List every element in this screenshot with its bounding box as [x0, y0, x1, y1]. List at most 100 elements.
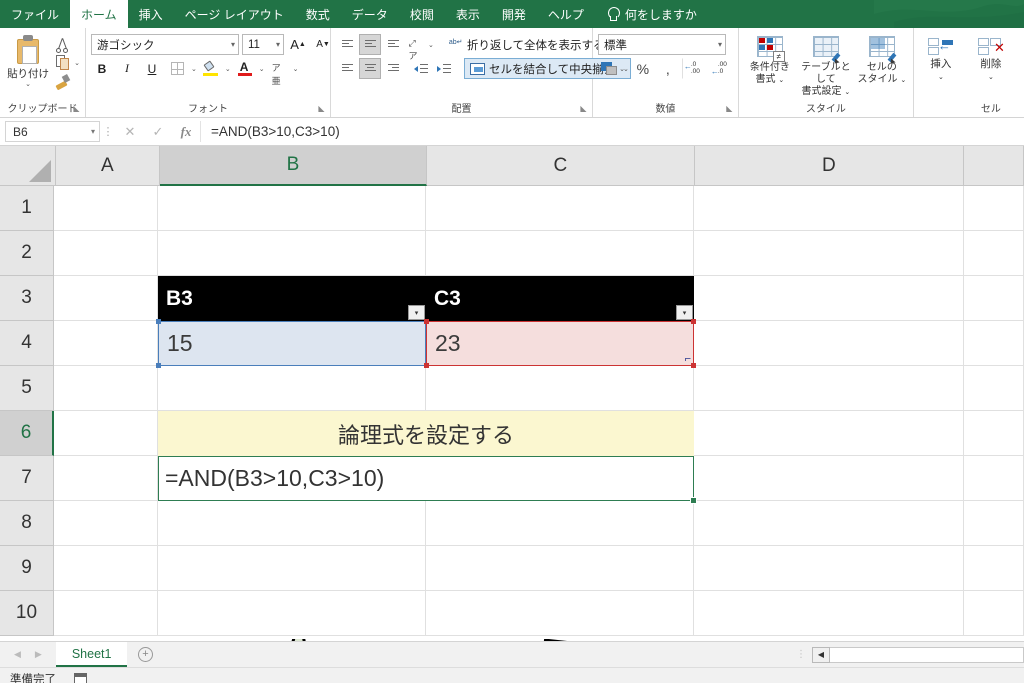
cell-e8[interactable] — [964, 501, 1024, 546]
name-box[interactable]: B6 ▾ — [5, 121, 100, 142]
cell-e9[interactable] — [964, 546, 1024, 591]
cell-e10[interactable] — [964, 591, 1024, 636]
menu-item-page-layout[interactable]: ページ レイアウト — [174, 0, 295, 28]
cell-c1[interactable] — [426, 186, 694, 231]
cell-a7[interactable] — [54, 456, 158, 501]
align-left-button[interactable] — [336, 58, 358, 79]
cell-c2-header[interactable]: C3 ▾ — [426, 276, 694, 321]
cell-b9[interactable] — [158, 546, 426, 591]
phonetic-guide-button[interactable]: ア亜 — [268, 58, 290, 86]
cell-e6[interactable] — [964, 411, 1024, 456]
cell-d7[interactable] — [694, 456, 964, 501]
menu-item-file[interactable]: ファイル — [0, 0, 70, 28]
menu-item-developer[interactable]: 開発 — [491, 0, 537, 28]
cell-a2[interactable] — [54, 231, 158, 276]
name-box-caret-icon[interactable]: ▾ — [91, 127, 95, 136]
borders-caret-icon[interactable]: ⌄ — [191, 65, 197, 73]
fill-color-button[interactable] — [200, 58, 222, 79]
menu-item-help[interactable]: ヘルプ — [537, 0, 595, 28]
font-dialog-launcher-icon[interactable]: ◣ — [317, 104, 326, 113]
split-handle[interactable]: ⋮ — [790, 642, 812, 667]
align-top-button[interactable] — [336, 34, 358, 55]
cell-b2[interactable] — [158, 231, 426, 276]
row-header-6[interactable]: 6 — [0, 411, 54, 456]
text-orientation-button[interactable]: ⤢ア — [405, 34, 427, 61]
cell-a5[interactable] — [54, 366, 158, 411]
column-header-e[interactable] — [964, 146, 1024, 186]
row-header-7[interactable]: 7 — [0, 456, 54, 501]
row-header-4[interactable]: 4 — [0, 321, 54, 366]
cell-e7[interactable] — [964, 456, 1024, 501]
accounting-format-button[interactable] — [598, 58, 620, 79]
cell-e5[interactable] — [964, 366, 1024, 411]
fill-color-caret-icon[interactable]: ⌄ — [225, 65, 231, 73]
cell-d8[interactable] — [694, 501, 964, 546]
cell-a10[interactable] — [54, 591, 158, 636]
cell-d4[interactable] — [694, 321, 964, 366]
cell-d6[interactable] — [694, 411, 964, 456]
cell-b10[interactable] — [158, 591, 426, 636]
insert-cells-button[interactable]: ← 挿入 ⌄ — [918, 34, 964, 84]
formula-input[interactable]: =AND(B3>10,C3>10) — [200, 121, 1022, 142]
selection-handle-tr-c[interactable] — [691, 319, 696, 324]
cell-a6[interactable] — [54, 411, 158, 456]
selection-handle-bl[interactable] — [156, 363, 161, 368]
add-sheet-button[interactable]: + — [127, 642, 163, 667]
align-middle-button[interactable] — [359, 34, 381, 55]
paste-button[interactable]: 貼り付け ⌄ — [4, 33, 52, 88]
font-color-button[interactable]: A — [234, 58, 256, 79]
row-header-8[interactable]: 8 — [0, 501, 54, 546]
row-header-2[interactable]: 2 — [0, 231, 54, 276]
increase-indent-button[interactable] — [433, 58, 455, 79]
delete-cells-button[interactable]: ✕ 削除 ⌄ — [968, 34, 1014, 84]
row-header-3[interactable]: 3 — [0, 276, 54, 321]
row-header-1[interactable]: 1 — [0, 186, 54, 231]
insert-caret-icon[interactable]: ⌄ — [938, 71, 944, 84]
cell-b5-label[interactable]: 論理式を設定する — [158, 411, 694, 456]
number-dialog-launcher-icon[interactable]: ◣ — [725, 104, 734, 113]
format-cells-button[interactable]: ↔ 書式 ⌄ — [1018, 34, 1024, 84]
sheet-prev-icon[interactable]: ◀ — [14, 649, 21, 660]
font-name-combo[interactable]: 游ゴシック ▾ — [91, 34, 239, 55]
clipboard-dialog-launcher-icon[interactable]: ◣ — [72, 104, 81, 113]
cut-button[interactable] — [54, 35, 80, 53]
cell-d9[interactable] — [694, 546, 964, 591]
cell-a4[interactable] — [54, 321, 158, 366]
percent-style-button[interactable]: % — [632, 58, 654, 79]
cell-c10[interactable] — [426, 591, 694, 636]
cell-e3[interactable] — [964, 276, 1024, 321]
fill-handle[interactable] — [690, 497, 697, 504]
sheet-next-icon[interactable]: ▶ — [35, 649, 42, 660]
delete-caret-icon[interactable]: ⌄ — [988, 71, 994, 84]
borders-button[interactable] — [166, 58, 188, 79]
selection-handle-br-c[interactable] — [691, 363, 696, 368]
font-size-caret-icon[interactable]: ▾ — [276, 40, 280, 49]
sheet-nav-arrows[interactable]: ◀ ▶ — [0, 642, 56, 667]
column-header-d[interactable]: D — [694, 146, 965, 186]
cell-b5[interactable] — [158, 366, 426, 411]
accounting-caret-icon[interactable]: ⌄ — [623, 65, 629, 73]
paste-caret-icon[interactable]: ⌄ — [25, 81, 31, 88]
cell-a1[interactable] — [54, 186, 158, 231]
alignment-dialog-launcher-icon[interactable]: ◣ — [579, 104, 588, 113]
number-format-caret-icon[interactable]: ▾ — [718, 40, 722, 49]
enter-check-icon[interactable]: ✓ — [144, 124, 172, 140]
copy-button[interactable]: ⌄ — [54, 54, 80, 72]
orientation-caret-icon[interactable]: ⌄ — [428, 41, 434, 49]
cell-a9[interactable] — [54, 546, 158, 591]
align-center-button[interactable] — [359, 58, 381, 79]
font-color-caret-icon[interactable]: ⌄ — [259, 65, 265, 73]
menu-item-data[interactable]: データ — [341, 0, 399, 28]
cell-b6-formula[interactable]: =AND(B3>10,C3>10) — [158, 456, 697, 504]
select-all-corner[interactable] — [0, 146, 56, 186]
align-right-button[interactable] — [382, 58, 404, 79]
cell-d3[interactable] — [694, 276, 964, 321]
increase-font-size-button[interactable]: A ▲ — [287, 34, 309, 55]
cell-b2-header[interactable]: B3 ▾ — [158, 276, 426, 321]
phonetic-caret-icon[interactable]: ⌄ — [293, 65, 299, 73]
column-header-a[interactable]: A — [55, 146, 160, 186]
cancel-icon[interactable]: ✕ — [116, 124, 144, 140]
horizontal-scrollbar[interactable]: ◀ — [812, 642, 1024, 667]
cell-c5[interactable] — [426, 366, 694, 411]
underline-button[interactable]: U — [141, 58, 163, 79]
